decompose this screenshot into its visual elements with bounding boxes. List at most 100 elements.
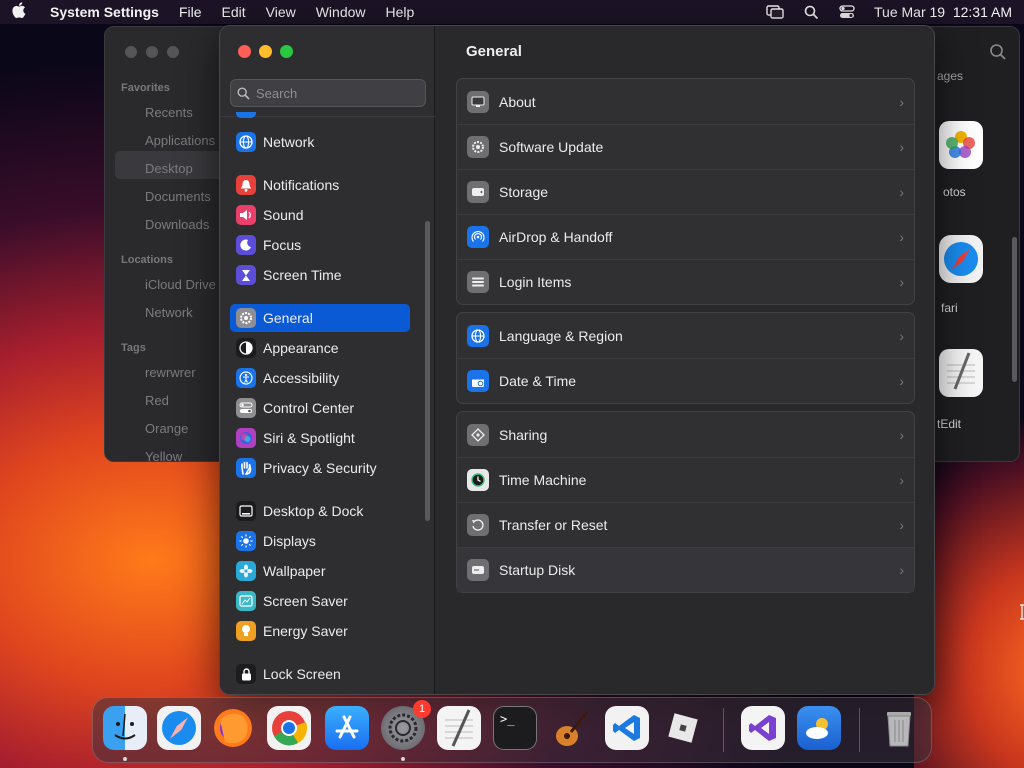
sidebar-item-privacy-and-security[interactable]: Privacy & Security [230, 454, 410, 482]
finder-item-applications[interactable]: Applications [145, 133, 215, 148]
moon-icon [236, 235, 256, 255]
chevron-right-icon: › [899, 472, 904, 488]
sidebar-item-label: Wallpaper [263, 563, 326, 579]
mouse-cursor [1019, 604, 1024, 620]
sidebar-item-displays[interactable]: Displays [230, 527, 410, 555]
finder-tag-red[interactable]: Red [145, 393, 169, 408]
sidebar-item-wallpaper[interactable]: Wallpaper [230, 557, 410, 585]
garageband-dock-icon[interactable] [549, 706, 593, 750]
sidebar-item-siri-and-spotlight[interactable]: Siri & Spotlight [230, 424, 410, 452]
speaker-icon [236, 205, 256, 225]
sidebar-item-accessibility[interactable]: Accessibility [230, 364, 410, 392]
screen-mirroring-icon[interactable] [766, 5, 784, 19]
minimize-button[interactable] [259, 45, 272, 58]
settings-row-time-machine[interactable]: Time Machine › [457, 457, 914, 502]
vscode-dock-icon[interactable] [605, 706, 649, 750]
trash-dock-icon[interactable] [877, 706, 921, 750]
sidebar-item-control-center[interactable]: Control Center [230, 394, 410, 422]
settings-row-label: Software Update [499, 139, 604, 155]
sidebar-item-energy-saver[interactable]: Energy Saver [230, 617, 410, 645]
finder-close-button[interactable] [125, 46, 137, 58]
finder-app-label-photos: otos [943, 185, 966, 199]
sidebar-item-general[interactable]: General [230, 304, 410, 332]
sidebar-item-label: Focus [263, 237, 302, 253]
close-button[interactable] [238, 45, 251, 58]
safari-dock-icon[interactable] [157, 706, 201, 750]
finder-running-dot [123, 757, 127, 761]
textedit-app-icon[interactable] [939, 349, 983, 397]
chrome-dock-icon[interactable] [267, 706, 311, 750]
finder-minimize-button[interactable] [146, 46, 158, 58]
sidebar-item-desktop-and-dock[interactable]: Desktop & Dock [230, 497, 410, 525]
settings-row-startup-disk[interactable]: Startup Disk › [457, 547, 914, 592]
finder-item-recents[interactable]: Recents [145, 105, 193, 120]
finder-tag-yellow[interactable]: Yellow [145, 449, 182, 461]
settings-group-3: Sharing › Time Machine › Transfer or Reset › S… [456, 411, 915, 593]
sidebar-item-screen-time[interactable]: Screen Time [230, 261, 410, 289]
chevron-right-icon: › [899, 327, 904, 344]
sidebar-item-screen-saver[interactable]: Screen Saver [230, 587, 410, 615]
hand-icon [236, 458, 256, 478]
zoom-button[interactable] [280, 45, 293, 58]
airdrop-icon [467, 226, 489, 248]
sidebar-scrollbar[interactable] [425, 221, 430, 521]
visual-studio-dock-icon[interactable] [741, 706, 785, 750]
spotlight-search-icon[interactable] [802, 5, 820, 19]
textedit-dock-icon[interactable] [437, 706, 481, 750]
finder-item-downloads[interactable]: Downloads [145, 217, 209, 232]
flower-icon [236, 561, 256, 581]
settings-row-transfer-or-reset[interactable]: Transfer or Reset › [457, 502, 914, 547]
system-settings-dock-icon[interactable]: 1 [381, 700, 431, 750]
siri-icon [236, 428, 256, 448]
menu-bar-clock[interactable]: Tue Mar 19 12:31 AM [874, 4, 1012, 20]
finder-zoom-button[interactable] [167, 46, 179, 58]
sidebar-item-focus[interactable]: Focus [230, 231, 410, 259]
finder-scrollbar[interactable] [1012, 237, 1017, 382]
roblox-dock-icon[interactable] [661, 706, 705, 750]
search-input[interactable] [256, 85, 416, 101]
settings-row-date-and-time[interactable]: Date & Time › [457, 358, 914, 403]
gear-badge-icon [467, 136, 489, 158]
settings-row-label: Time Machine [499, 472, 587, 488]
toggles-icon [236, 398, 256, 418]
finder-tag-custom[interactable]: rewrwrer [145, 365, 196, 380]
photos-app-icon[interactable] [939, 121, 983, 169]
settings-row-storage[interactable]: Storage › [457, 169, 914, 214]
app-store-dock-icon[interactable] [325, 706, 369, 750]
settings-row-software-update[interactable]: Software Update › [457, 124, 914, 169]
sidebar-item-lock-screen[interactable]: Lock Screen [230, 660, 410, 688]
sidebar-item-network[interactable]: Network [230, 128, 410, 156]
chevron-right-icon: › [899, 517, 904, 533]
safari-app-icon[interactable] [939, 235, 983, 283]
settings-row-label: Transfer or Reset [499, 517, 608, 533]
finder-dock-icon[interactable] [103, 706, 147, 750]
sidebar-search[interactable] [230, 79, 426, 107]
settings-row-label: Login Items [499, 274, 572, 290]
control-center-icon[interactable] [838, 5, 856, 19]
finder-search-icon[interactable] [989, 43, 1007, 61]
weather-dock-icon[interactable] [797, 706, 841, 750]
settings-row-language-and-region[interactable]: Language & Region › [457, 313, 914, 358]
settings-row-login-items[interactable]: Login Items › [457, 259, 914, 304]
finder-tag-orange[interactable]: Orange [145, 421, 188, 436]
sidebar-item-label: Accessibility [263, 370, 340, 386]
settings-row-sharing[interactable]: Sharing › [457, 412, 914, 457]
firefox-dock-icon[interactable] [211, 706, 255, 750]
sidebar-item-notifications[interactable]: Notifications [230, 171, 410, 199]
app-name-menu[interactable]: System Settings [50, 4, 159, 20]
settings-row-about[interactable]: About › [457, 79, 914, 124]
finder-item-documents[interactable]: Documents [145, 189, 211, 204]
settings-row-airdrop-and-handoff[interactable]: AirDrop & Handoff › [457, 214, 914, 259]
finder-item-network[interactable]: Network [145, 305, 193, 320]
sidebar-item-appearance[interactable]: Appearance [230, 334, 410, 362]
menu-view[interactable]: View [266, 4, 296, 20]
menu-edit[interactable]: Edit [222, 4, 246, 20]
menu-file[interactable]: File [179, 4, 202, 20]
finder-item-icloud[interactable]: iCloud Drive [145, 277, 216, 292]
terminal-dock-icon[interactable]: >_ [493, 706, 537, 750]
apple-menu-icon[interactable] [12, 2, 30, 22]
finder-item-desktop[interactable]: Desktop [145, 161, 193, 176]
menu-window[interactable]: Window [316, 4, 366, 20]
sidebar-item-sound[interactable]: Sound [230, 201, 410, 229]
menu-help[interactable]: Help [386, 4, 415, 20]
